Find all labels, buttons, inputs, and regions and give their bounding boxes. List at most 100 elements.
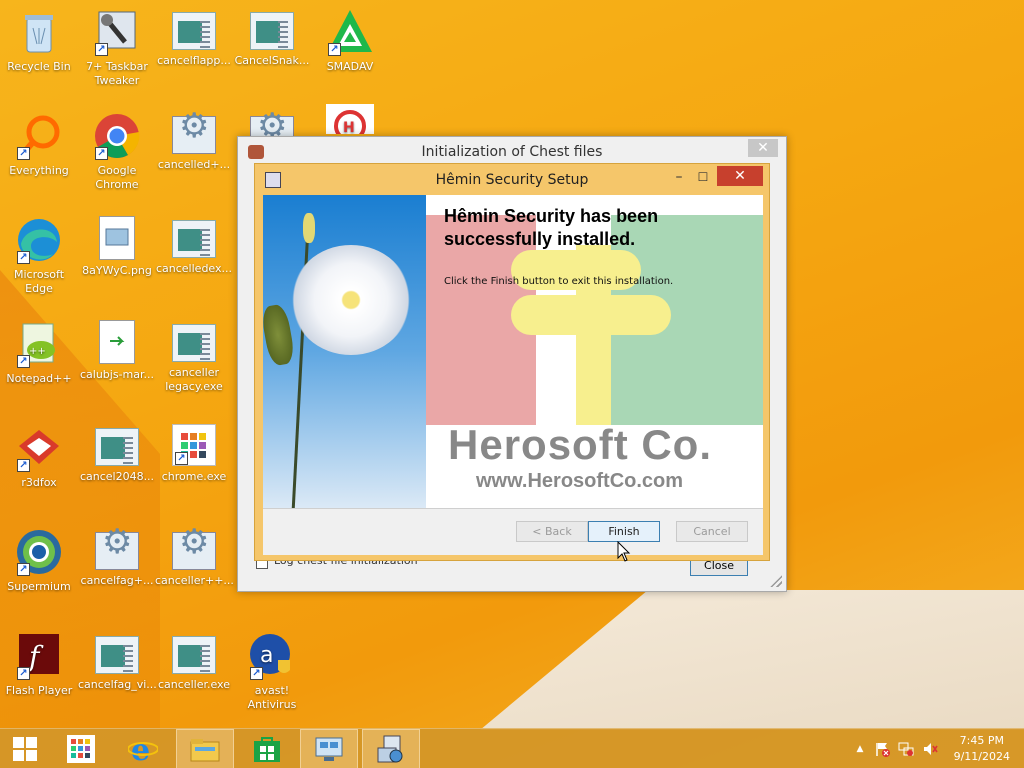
icon-label: cancelfag+...: [80, 574, 154, 587]
taskbar-tweaker-icon: ↗: [93, 8, 141, 56]
setup-installer-icon: [377, 735, 403, 763]
hemin-icon: H: [326, 104, 374, 142]
completion-panel: Hêmin Security has been successfully ins…: [426, 195, 763, 508]
icon-label: cancelled+...: [157, 158, 231, 171]
desktop-icon-chrome-exe[interactable]: ↗ chrome.exe: [155, 424, 233, 484]
icon-label: Supermium: [7, 580, 71, 593]
taskbar-remote-desktop-button[interactable]: [300, 729, 358, 768]
start-button[interactable]: [0, 729, 50, 768]
setup-titlebar[interactable]: Hêmin Security Setup – ☐ ✕: [255, 164, 769, 194]
taskbar-store-button[interactable]: [238, 729, 296, 768]
desktop-icon-smadav[interactable]: ↗ SMADAV: [311, 8, 389, 74]
chrome-icon: ↗: [93, 112, 141, 160]
taskbar-clock[interactable]: 7:45 PM 9/11/2024: [954, 733, 1010, 765]
icon-label: Recycle Bin: [7, 60, 71, 73]
brand-name: Herosoft Co.: [448, 421, 712, 468]
desktop-icon-image-file[interactable]: 8aYWyC.png: [78, 216, 156, 278]
flower-image: [291, 245, 411, 355]
chest-icon: [248, 145, 264, 159]
icon-label: cancelfag_vi...: [78, 678, 157, 691]
store-icon: [254, 737, 280, 762]
volume-muted-icon[interactable]: [922, 741, 938, 757]
icon-label: calubjs-mar...: [79, 368, 154, 381]
icon-label: canceller.exe: [158, 678, 230, 691]
gear-window-icon: [172, 532, 216, 570]
windows-logo-icon: [13, 737, 37, 761]
desktop-icon-google-chrome[interactable]: ↗ Google Chrome: [78, 112, 156, 192]
window-icon: [95, 428, 139, 466]
resize-grip-icon[interactable]: [770, 575, 782, 587]
maximize-button[interactable]: ☐: [693, 168, 713, 188]
desktop-icon-taskbar-tweaker[interactable]: ↗ 7+ Taskbar Tweaker: [78, 8, 156, 88]
svg-text:e: e: [131, 734, 150, 764]
clock-date: 9/11/2024: [953, 750, 1010, 763]
back-button[interactable]: < Back: [516, 521, 588, 542]
desktop-icon-canceller-plus-plus[interactable]: canceller++...: [155, 528, 234, 588]
icon-label: avast! Antivirus: [247, 684, 297, 711]
taskbar-ie-button[interactable]: e: [114, 729, 172, 768]
tray-expand-button[interactable]: ▲: [852, 741, 868, 757]
wallpaper-shape-light: [480, 590, 1024, 730]
apps-icon: [67, 735, 95, 763]
setup-body: Hêmin Security has been successfully ins…: [263, 195, 763, 555]
taskbar-file-explorer-button[interactable]: [176, 729, 234, 768]
setup-close-button[interactable]: ✕: [717, 166, 763, 186]
icon-label: r3dfox: [21, 476, 57, 489]
completion-headline: Hêmin Security has been successfully ins…: [444, 206, 659, 249]
icon-label: cancelledex...: [155, 262, 232, 275]
desktop-icon-flash-player[interactable]: f ↗ Flash Player: [0, 632, 78, 698]
desktop-icon-cancelfag-vi[interactable]: cancelfag_vi...: [78, 632, 157, 692]
svg-text:H: H: [343, 120, 355, 134]
divider: [263, 508, 763, 509]
desktop-icon-microsoft-edge[interactable]: ↗ Microsoft Edge: [0, 216, 78, 296]
window-icon: [172, 220, 216, 258]
network-icon[interactable]: [898, 741, 914, 757]
desktop-icon-cancel2048[interactable]: cancel2048...: [78, 424, 156, 484]
taskbar-setup-button[interactable]: [362, 729, 420, 768]
desktop-icon-hidden-hemin[interactable]: H: [311, 104, 389, 142]
window-icon: [172, 324, 216, 362]
window-icon: [250, 12, 294, 50]
desktop-icon-canceller-legacy[interactable]: canceller legacy.exe: [155, 320, 233, 394]
desktop-icon-cancelfag-plus[interactable]: cancelfag+...: [78, 528, 156, 588]
gear-window-icon: [172, 116, 216, 154]
icon-label: Everything: [9, 164, 69, 177]
flower-bud: [263, 303, 297, 367]
desktop-icon-script-file[interactable]: calubjs-mar...: [78, 320, 156, 382]
image-file-icon: [99, 216, 135, 260]
action-center-flag-icon[interactable]: [874, 741, 890, 757]
icon-label: SMADAV: [326, 60, 374, 73]
outer-window-title: Initialization of Chest files: [421, 144, 603, 160]
desktop-icon-cancelsnak[interactable]: CancelSnak...: [233, 8, 311, 68]
svg-text:++: ++: [29, 346, 46, 357]
recycle-bin-icon: [15, 8, 63, 56]
desktop-icon-r3dfox[interactable]: ↗ r3dfox: [0, 424, 78, 490]
desktop-icon-supermium[interactable]: ↗ Supermium: [0, 528, 78, 594]
desktop-icon-cancelledex[interactable]: cancelledex...: [155, 216, 233, 276]
edge-icon: ↗: [15, 216, 63, 264]
desktop-icon-notepad-plus-plus[interactable]: ++ ↗ Notepad++: [0, 320, 78, 386]
taskbar-apps-button[interactable]: [52, 729, 110, 768]
icon-label: chrome.exe: [161, 470, 227, 483]
chrome-exe-icon: ↗: [172, 424, 216, 466]
desktop-icon-cancelled-plus[interactable]: cancelled+...: [155, 112, 233, 172]
icon-label: cancel2048...: [79, 470, 155, 483]
clock-time: 7:45 PM: [959, 734, 1004, 747]
cancel-button[interactable]: Cancel: [676, 521, 748, 542]
desktop-icon-recycle-bin[interactable]: Recycle Bin: [0, 8, 78, 74]
r3dfox-icon: ↗: [15, 424, 63, 472]
avast-icon: a ↗: [248, 632, 296, 680]
completion-instruction: Click the Finish button to exit this ins…: [444, 276, 674, 287]
taskbar: e ▲ 7:45 PM 9/11/2024: [0, 728, 1024, 768]
supermium-icon: ↗: [15, 528, 63, 576]
desktop-icon-everything[interactable]: ↗ Everything: [0, 112, 78, 178]
remote-desktop-icon: [315, 737, 343, 761]
minimize-button[interactable]: –: [669, 168, 689, 188]
desktop-icon-canceller-exe[interactable]: canceller.exe: [155, 632, 233, 692]
icon-label: 8aYWyC.png: [82, 264, 152, 277]
script-file-icon: [99, 320, 135, 364]
finish-button[interactable]: Finish: [588, 521, 660, 542]
outer-close-button[interactable]: ✕: [748, 139, 778, 157]
desktop-icon-cancelflapp[interactable]: cancelflapp...: [155, 8, 233, 68]
desktop-icon-avast[interactable]: a ↗ avast! Antivirus: [233, 632, 311, 712]
